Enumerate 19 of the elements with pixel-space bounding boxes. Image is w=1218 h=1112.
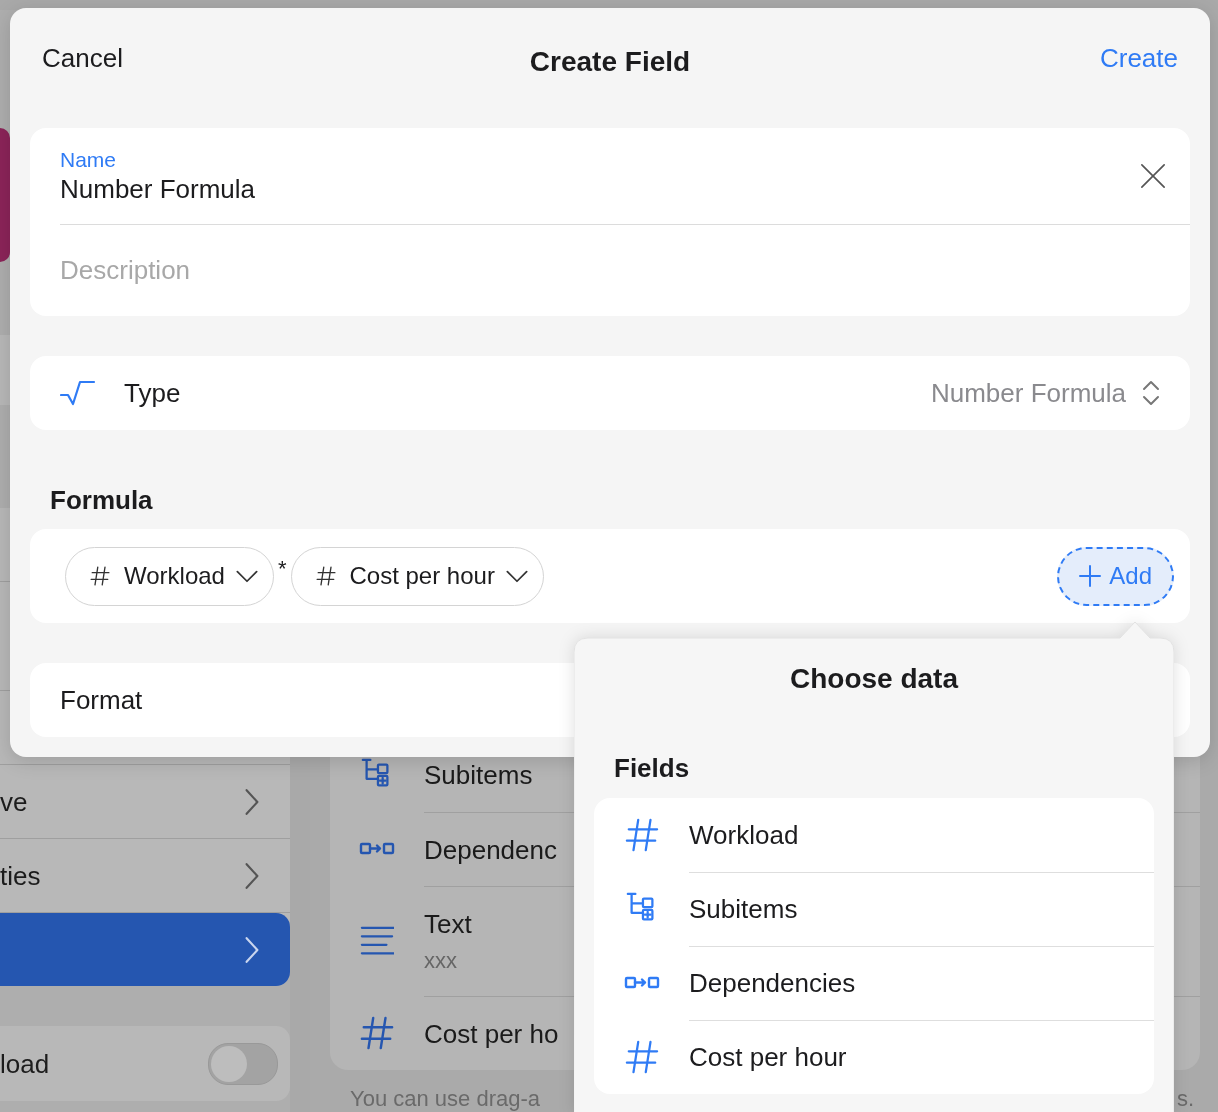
hint-text: s. (1176, 1086, 1194, 1112)
popover-title: Choose data (790, 663, 958, 695)
field-name: Text (424, 908, 472, 939)
modal-title: Create Field (528, 46, 692, 78)
format-label: Format (60, 685, 144, 715)
hint-text: You can use drag-a (350, 1086, 540, 1112)
field-name: Dependenc (424, 834, 557, 865)
type-label: Type (124, 378, 182, 408)
type-value: Number Formula (930, 377, 1126, 409)
operator-symbol: * (277, 556, 287, 582)
field-subtitle: xxx (424, 946, 457, 975)
sidebar-item-label: ties (0, 860, 41, 891)
section-heading: Formula (50, 485, 154, 515)
field-name: Cost per ho (424, 1018, 559, 1049)
field-name: Subitems (424, 760, 533, 790)
sidebar-item-label: ve (0, 786, 28, 817)
field-label: Name (60, 147, 118, 173)
toggle-label: load (0, 1048, 50, 1079)
section-heading: Fields (614, 753, 690, 783)
